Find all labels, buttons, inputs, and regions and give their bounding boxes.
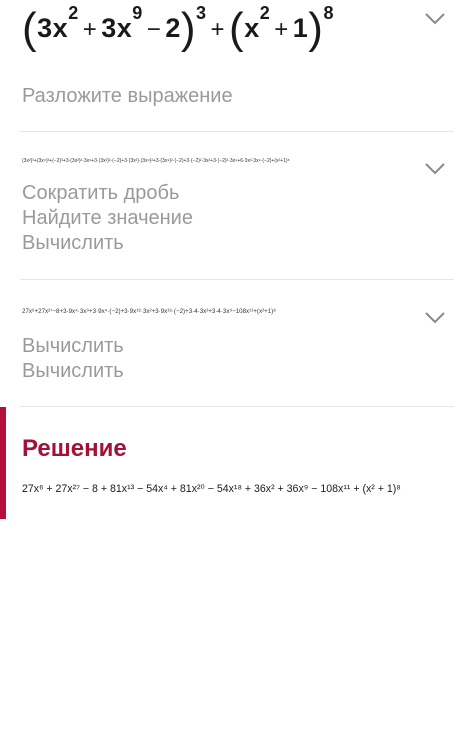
problem-expression: (3x2+ 3x9− 2)3+(x2+ 1)8 <box>22 3 334 53</box>
chevron-down-icon[interactable] <box>424 12 446 26</box>
problem-card[interactable]: (3x2+ 3x9− 2)3+(x2+ 1)8 Разложите выражение <box>0 0 474 132</box>
chevron-down-icon[interactable] <box>424 162 446 176</box>
step-label: Вычислить <box>22 335 124 357</box>
solution-title: Решение <box>22 435 127 462</box>
solution-card: Решение 27x⁶ + 27x²⁷ − 8 + 81x¹³ − 54x⁴ … <box>0 407 474 519</box>
step-label: Сократить дробь <box>22 182 180 204</box>
step-label: Найдите значение <box>22 207 193 229</box>
divider <box>20 279 454 280</box>
solution-expression: 27x⁶ + 27x²⁷ − 8 + 81x¹³ − 54x⁴ + 81x²⁰ … <box>22 483 401 495</box>
divider <box>20 131 454 132</box>
step-label: Вычислить <box>22 360 124 382</box>
step-label: Вычислить <box>22 232 124 254</box>
step-1-expression: (3x²)³+(3x⁹)³+(−2)³+3·(3x²)²·3x⁹+3·(3x²)… <box>22 158 290 164</box>
chevron-down-icon[interactable] <box>424 311 446 325</box>
step-2-expression: 27x⁶+27x²⁷−8+3·9x⁴·3x⁹+3·9x⁴·(−2)+3·9x¹⁸… <box>22 308 276 315</box>
accent-bar <box>0 407 6 519</box>
hint-text: Разложите выражение <box>22 85 233 107</box>
